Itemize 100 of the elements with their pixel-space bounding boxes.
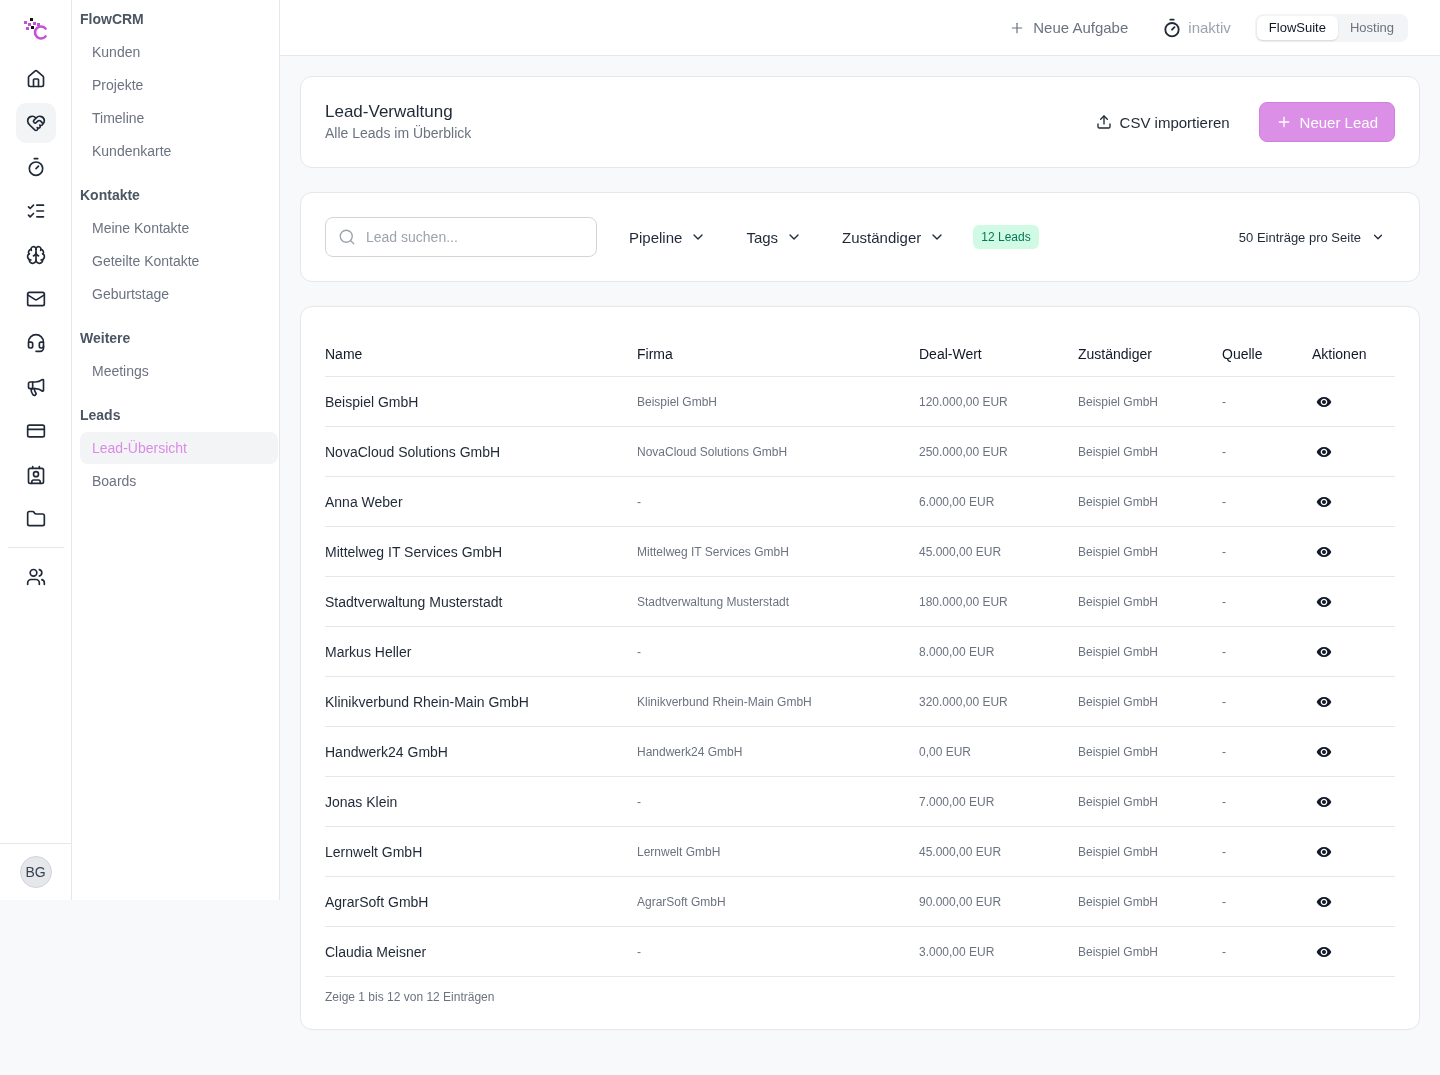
new-task-button[interactable]: Neue Aufgabe: [1003, 11, 1135, 44]
column-header: Firma: [637, 345, 673, 362]
sidebar-item[interactable]: Geteilte Kontakte: [80, 245, 278, 277]
folder-icon: [25, 509, 46, 529]
sidebar-heading: Weitere: [80, 329, 131, 348]
table-cell: Stadtverwaltung Musterstadt: [637, 594, 790, 609]
table-cell: 180.000,00 EUR: [919, 594, 1008, 609]
filter-dropdown[interactable]: Tags: [730, 219, 819, 255]
table-cell: 8.000,00 EUR: [919, 644, 995, 659]
table-cell: 90.000,00 EUR: [919, 894, 1002, 909]
table-cell: Klinikverbund Rhein-Main GmbH: [637, 694, 812, 709]
contact-card-icon: [25, 465, 46, 485]
table-cell: -: [1222, 494, 1226, 509]
table-cell: Beispiel GmbH: [325, 393, 419, 410]
table-cell: -: [1222, 794, 1226, 809]
house-icon: [25, 69, 46, 89]
search-icon: [338, 228, 356, 246]
column-header: Aktionen: [1312, 345, 1367, 362]
table-cell: -: [1222, 944, 1226, 959]
column-header: Name: [325, 345, 363, 362]
workspace-tab[interactable]: FlowSuite: [1256, 15, 1338, 40]
sidebar-item[interactable]: Meine Kontakte: [80, 212, 278, 244]
table-cell: Markus Heller: [325, 643, 412, 660]
table-cell: Beispiel GmbH: [1078, 944, 1159, 959]
table-cell: Klinikverbund Rhein-Main GmbH: [325, 693, 529, 710]
import-button[interactable]: CSV importieren: [1078, 102, 1247, 142]
table-cell: Handwerk24 GmbH: [325, 743, 448, 760]
table-cell: Beispiel GmbH: [1078, 794, 1159, 809]
table-cell: Mittelweg IT Services GmbH: [637, 544, 789, 559]
table-cell: Handwerk24 GmbH: [637, 744, 743, 759]
table-cell: 6.000,00 EUR: [919, 494, 995, 509]
sidebar-item[interactable]: Kundenkarte: [80, 135, 278, 167]
table-cell: 45.000,00 EUR: [919, 844, 1002, 859]
table-cell: Beispiel GmbH: [1078, 494, 1159, 509]
lead-count-badge: 12 Leads: [973, 225, 1039, 249]
sidebar-heading: Leads: [80, 406, 121, 425]
card-icon: [25, 421, 46, 441]
table-cell: 320.000,00 EUR: [919, 694, 1008, 709]
upload-icon: [1095, 114, 1112, 130]
column-header: Deal-Wert: [919, 345, 982, 362]
table-cell: Jonas Klein: [325, 793, 398, 810]
table-cell: -: [637, 644, 641, 659]
table-cell: Beispiel GmbH: [1078, 594, 1159, 609]
sidebar-item[interactable]: Timeline: [80, 102, 278, 134]
stopwatch-icon: [1162, 17, 1183, 38]
users-icon: [25, 567, 46, 587]
table-cell: Beispiel GmbH: [1078, 544, 1159, 559]
table-cell: NovaCloud Solutions GmbH: [637, 444, 788, 459]
filter-dropdown[interactable]: Zuständiger: [826, 219, 962, 255]
table-cell: 7.000,00 EUR: [919, 794, 995, 809]
table-cell: -: [1222, 444, 1226, 459]
table-cell: Lernwelt GmbH: [637, 844, 721, 859]
table-cell: 45.000,00 EUR: [919, 544, 1002, 559]
table-cell: Claudia Meisner: [325, 943, 427, 960]
table-cell: Mittelweg IT Services GmbH: [325, 543, 503, 560]
brain-icon: [25, 245, 46, 265]
page-size-select[interactable]: 50 Einträge pro Seite: [1230, 221, 1395, 253]
rail-item[interactable]: [15, 103, 56, 143]
table-cell: Lernwelt GmbH: [325, 843, 423, 860]
table-cell: 120.000,00 EUR: [919, 394, 1008, 409]
table-cell: -: [1222, 694, 1226, 709]
table-cell: -: [637, 944, 641, 959]
table-cell: AgrarSoft GmbH: [637, 894, 726, 909]
table-cell: -: [637, 494, 641, 509]
sidebar-item[interactable]: Geburtstage: [80, 278, 278, 310]
headset-icon: [25, 333, 46, 353]
table-cell: Beispiel GmbH: [1078, 694, 1159, 709]
sidebar-heading: FlowCRM: [80, 10, 144, 29]
table-cell: 3.000,00 EUR: [919, 944, 995, 959]
table-cell: Beispiel GmbH: [1078, 844, 1159, 859]
page-subtitle: Alle Leads im Überblick: [325, 124, 472, 143]
page-title: Lead-Verwaltung: [325, 101, 453, 123]
table-cell: -: [637, 794, 641, 809]
sidebar-item[interactable]: Meetings: [80, 355, 278, 387]
heart-handshake-icon: [25, 113, 46, 133]
search-field[interactable]: Lead suchen...: [325, 217, 597, 257]
sidebar-item[interactable]: Kunden: [80, 36, 278, 68]
table-footer-text: Zeige 1 bis 12 von 12 Einträgen: [325, 989, 496, 1005]
sidebar-item[interactable]: Projekte: [80, 69, 278, 101]
table-cell: Stadtverwaltung Musterstadt: [325, 593, 503, 610]
filter-dropdown[interactable]: Pipeline: [613, 219, 723, 255]
table-cell: -: [1222, 644, 1226, 659]
mail-icon: [25, 289, 46, 309]
sidebar-heading: Kontakte: [80, 186, 140, 205]
logo-icon: [23, 18, 48, 40]
table-cell: 0,00 EUR: [919, 744, 972, 759]
sidebar-item[interactable]: Boards: [80, 465, 278, 497]
table-cell: AgrarSoft GmbH: [325, 893, 429, 910]
table-cell: -: [1222, 744, 1226, 759]
table-cell: -: [1222, 594, 1226, 609]
table-cell: Beispiel GmbH: [1078, 744, 1159, 759]
workspace-tab[interactable]: Hosting: [1337, 15, 1406, 40]
megaphone-icon: [25, 377, 46, 397]
column-header: Zuständiger: [1078, 345, 1152, 362]
table-cell: -: [1222, 544, 1226, 559]
table-cell: 250.000,00 EUR: [919, 444, 1008, 459]
checklist-icon: [25, 201, 46, 221]
column-header: Quelle: [1222, 345, 1263, 362]
user-avatar[interactable]: BG: [19, 856, 52, 888]
table-cell: NovaCloud Solutions GmbH: [325, 443, 501, 460]
